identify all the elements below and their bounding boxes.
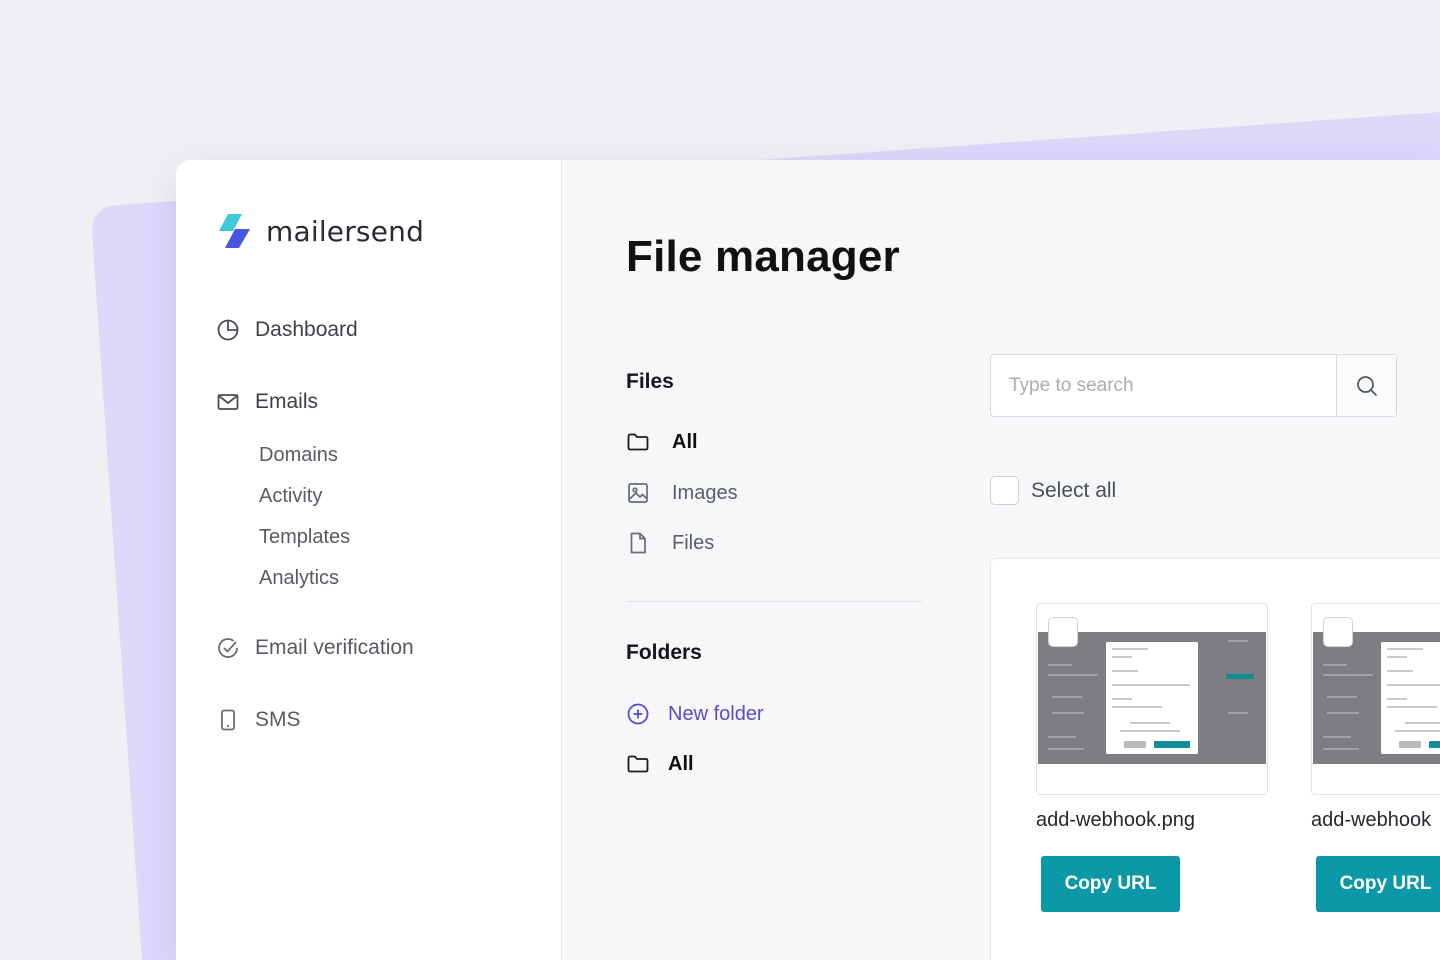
brand-logo[interactable]: mailersend [216, 212, 424, 250]
copy-url-button[interactable]: Copy URL [1316, 856, 1440, 912]
sidebar: mailersend Dashboard Emails Domains Acti… [176, 160, 562, 960]
app-window: mailersend Dashboard Emails Domains Acti… [176, 160, 1440, 960]
new-folder-button[interactable]: New folder [626, 702, 764, 726]
search-input[interactable] [991, 355, 1336, 416]
nav-sub-activity[interactable]: Activity [259, 485, 322, 508]
nav-sub-templates[interactable]: Templates [259, 526, 350, 549]
brand-name: mailersend [266, 214, 425, 248]
filter-images[interactable]: Images [626, 481, 738, 505]
filter-files-label: Files [672, 531, 715, 554]
folder-icon [626, 430, 650, 454]
nav-emails-label: Emails [255, 390, 319, 413]
section-divider [626, 601, 922, 602]
file-name: add-webhook [1311, 809, 1432, 831]
thumbnail-image [1313, 632, 1440, 764]
image-icon [626, 481, 650, 505]
file-thumbnail[interactable] [1036, 603, 1268, 795]
nav-dashboard-label: Dashboard [255, 318, 358, 341]
filter-files[interactable]: Files [626, 531, 714, 555]
plus-circle-icon [626, 702, 650, 726]
folder-all-label: All [668, 752, 694, 775]
pie-chart-icon [216, 318, 240, 342]
folder-all[interactable]: All [626, 752, 694, 776]
filter-files-all-label: All [672, 430, 698, 453]
nav-emails[interactable]: Emails [216, 390, 318, 414]
nav-sms-label: SMS [255, 708, 301, 731]
nav-dashboard[interactable]: Dashboard [216, 318, 358, 342]
new-folder-label: New folder [668, 702, 764, 725]
file-card[interactable]: add-webhook Copy URL [1311, 603, 1440, 912]
mailersend-logo-icon [219, 214, 250, 248]
folders-section-label: Folders [626, 641, 702, 664]
file-icon [626, 531, 650, 555]
file-select-checkbox[interactable] [1048, 617, 1078, 647]
phone-icon [216, 708, 240, 732]
nav-sub-analytics[interactable]: Analytics [259, 567, 339, 590]
select-all-label: Select all [1031, 478, 1117, 502]
nav-sub-domains[interactable]: Domains [259, 444, 338, 467]
check-circle-icon [216, 636, 240, 660]
file-grid: add-webhook.png Copy URL add-webhook Cop… [990, 558, 1440, 960]
files-section-label: Files [626, 370, 674, 393]
filter-files-all[interactable]: All [626, 430, 698, 454]
copy-url-button[interactable]: Copy URL [1041, 856, 1180, 912]
nav-email-verification-label: Email verification [255, 636, 414, 659]
main-content: File manager Files All Images Files Fold… [562, 160, 1440, 960]
search-button[interactable] [1336, 355, 1396, 416]
envelope-icon [216, 390, 240, 414]
nav-email-verification[interactable]: Email verification [216, 636, 414, 660]
filter-images-label: Images [672, 481, 738, 504]
thumbnail-image [1038, 632, 1266, 764]
page-title: File manager [626, 232, 900, 281]
select-all[interactable]: Select all [990, 476, 1116, 505]
nav-sms[interactable]: SMS [216, 708, 301, 732]
file-name: add-webhook.png [1036, 809, 1196, 831]
file-select-checkbox[interactable] [1323, 617, 1353, 647]
select-all-checkbox[interactable] [990, 476, 1019, 505]
folder-icon [626, 752, 650, 776]
file-card[interactable]: add-webhook.png Copy URL [1036, 603, 1268, 912]
file-thumbnail[interactable] [1311, 603, 1440, 795]
search-icon [1356, 375, 1377, 396]
search-box [990, 354, 1397, 417]
